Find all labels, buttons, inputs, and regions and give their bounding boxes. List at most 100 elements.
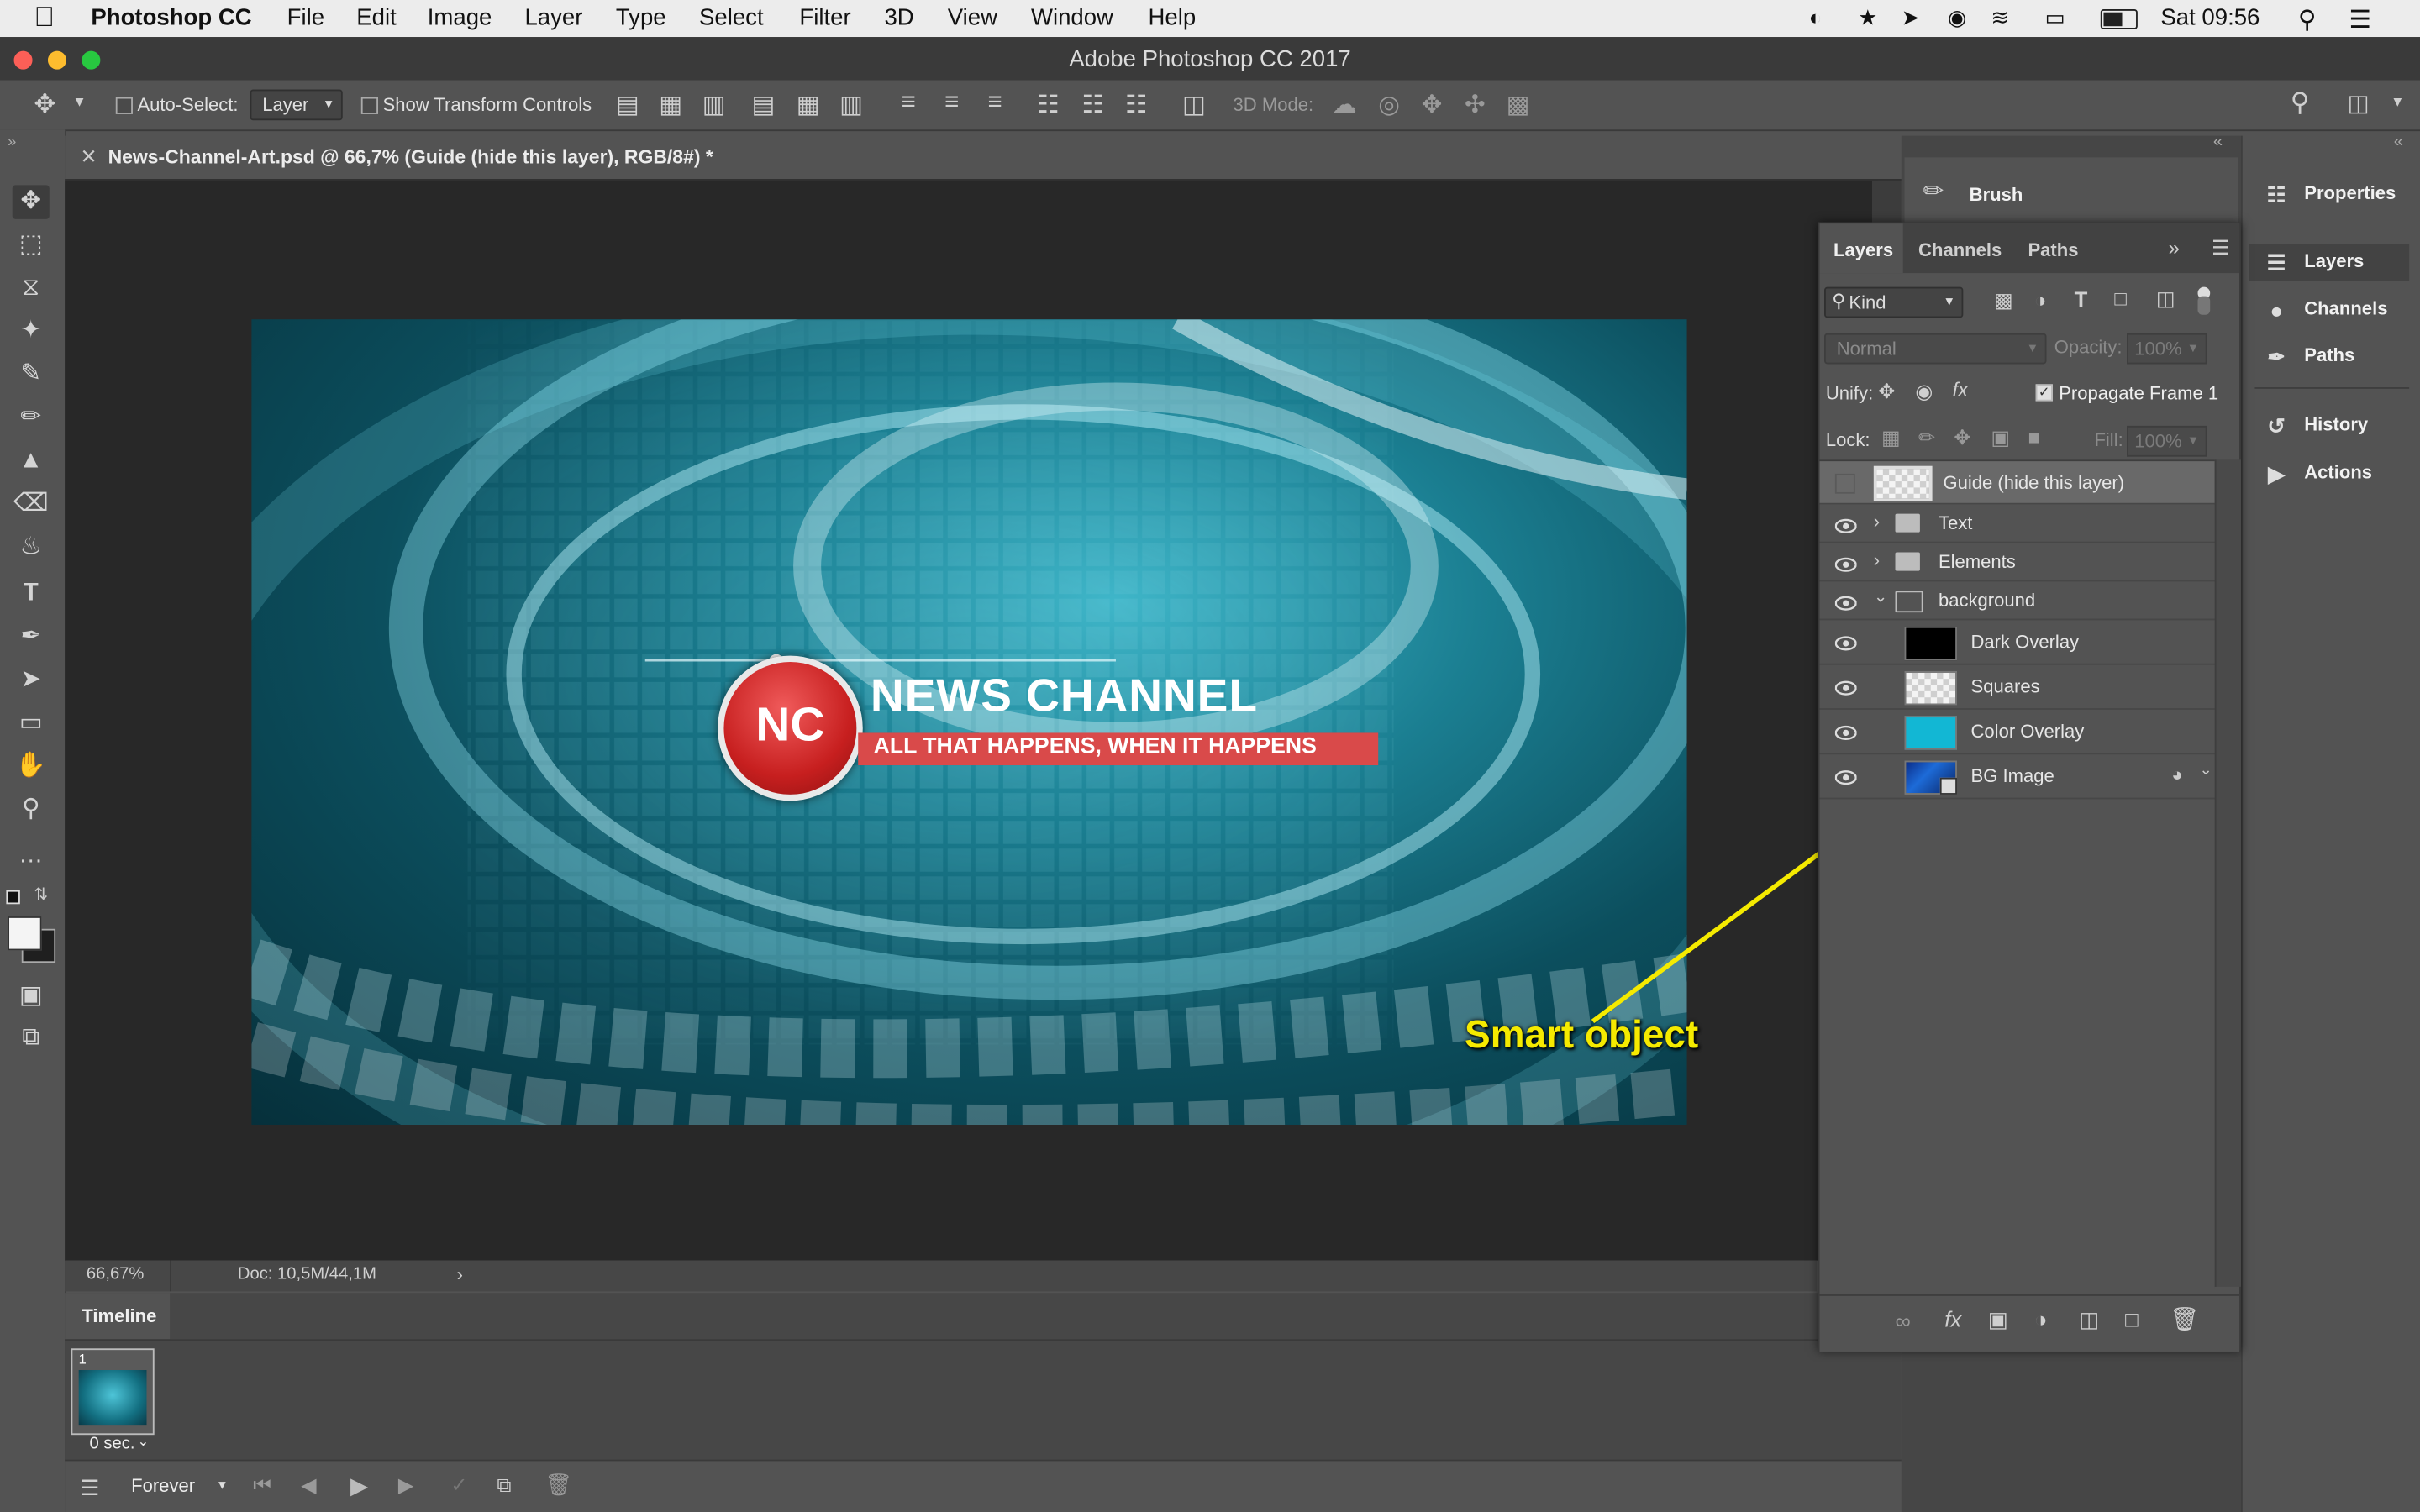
layer-name[interactable]: Elements xyxy=(1939,551,2016,573)
next-frame-icon[interactable]: ▶ xyxy=(398,1473,413,1498)
artwork-canvas[interactable]: NC NEWS CHANNEL ALL THAT HAPPENS, WHEN I… xyxy=(251,319,1687,1125)
layer-effects-icon[interactable]: ◕ xyxy=(2171,764,2182,785)
collapse-panels-icon[interactable]: « xyxy=(2213,133,2223,151)
side-layers[interactable]: ☰ Layers xyxy=(2249,244,2410,281)
chevron-down-icon[interactable]: ⌄ xyxy=(2199,762,2212,779)
link-layers-icon[interactable]: ∞ xyxy=(1896,1309,1911,1333)
quick-selection-tool-icon[interactable]: ✦ xyxy=(13,315,50,349)
unify-style-icon[interactable]: fx xyxy=(1952,378,1968,402)
new-group-icon[interactable]: ◫ xyxy=(2079,1307,2099,1333)
layer-row-bg-image[interactable]: BG Image ◕ ⌄ xyxy=(1819,754,2215,800)
chevron-down-icon[interactable]: ⌄ xyxy=(1874,586,1888,606)
collapse-panels-icon[interactable]: « xyxy=(2394,133,2403,151)
document-tab-title[interactable]: News-Channel-Art.psd @ 66,7% (Guide (hid… xyxy=(108,146,713,168)
apple-menu-icon[interactable]:  xyxy=(34,2,55,34)
eye-icon[interactable] xyxy=(1834,555,1857,572)
menu-window[interactable]: Window xyxy=(1031,5,1113,31)
filter-smart-object-icon[interactable]: ◫ xyxy=(2156,287,2175,312)
align-bottom-icon[interactable]: ▥ xyxy=(702,90,726,121)
minimize-window-button[interactable] xyxy=(47,50,66,70)
doc-size[interactable]: Doc: 10,5M/44,1M xyxy=(238,1265,376,1284)
chevron-down-icon[interactable]: ▼ xyxy=(2391,94,2404,109)
panel-menu-icon[interactable]: ☰ xyxy=(2212,236,2229,260)
bookmark-status-icon[interactable]: ★ xyxy=(1858,5,1877,31)
lock-all-icon[interactable]: ■ xyxy=(2028,426,2039,449)
chevron-right-icon[interactable]: › xyxy=(457,1263,463,1285)
distribute-vcenter-icon[interactable]: ≡ xyxy=(944,90,959,118)
menu-view[interactable]: View xyxy=(948,5,997,31)
distribute-left-icon[interactable]: ☷ xyxy=(1037,90,1059,121)
eye-icon[interactable] xyxy=(1834,594,1857,611)
more-tools-icon[interactable]: … xyxy=(13,839,50,873)
rectangle-tool-icon[interactable]: ▭ xyxy=(13,706,50,740)
tab-layers[interactable]: Layers xyxy=(1819,223,1903,274)
foreground-color-swatch[interactable] xyxy=(8,916,42,951)
path-selection-tool-icon[interactable]: ➤ xyxy=(13,664,50,697)
chevron-down-icon[interactable]: ⌄ xyxy=(137,1433,149,1450)
loop-option[interactable]: Forever xyxy=(131,1475,195,1497)
layer-row-background-group[interactable]: ⌄ background xyxy=(1819,581,2215,621)
creative-cloud-icon[interactable]: ◐ xyxy=(1809,5,1823,29)
3d-roll-icon[interactable]: ◎ xyxy=(1378,90,1400,121)
airplay-icon[interactable]: ▭ xyxy=(2045,5,2065,31)
new-layer-icon[interactable]: □ xyxy=(2125,1307,2139,1331)
brush-panel-header[interactable]: ✏ Brush xyxy=(1904,157,2238,223)
layer-filter-kind-dropdown[interactable]: ⚲ Kind ▼ xyxy=(1824,286,1964,318)
frame-delay[interactable]: 0 sec. xyxy=(90,1435,135,1453)
distribute-right-icon[interactable]: ☷ xyxy=(1125,90,1147,121)
notification-center-icon[interactable]: ☰ xyxy=(2349,5,2371,36)
chevron-down-icon[interactable]: ▼ xyxy=(72,94,86,109)
layer-row-elements-group[interactable]: › Elements xyxy=(1819,543,2215,582)
swap-colors-icon[interactable]: ⇅ xyxy=(34,884,48,904)
app-menu[interactable]: Photoshop CC xyxy=(91,5,251,31)
previous-frame-icon[interactable]: ◀ xyxy=(301,1473,316,1498)
search-icon[interactable]: ⚲ xyxy=(2291,88,2310,119)
align-right-icon[interactable]: ▥ xyxy=(839,90,863,121)
move-tool-preset-icon[interactable]: ✥ xyxy=(34,90,55,121)
distribute-bottom-icon[interactable]: ≡ xyxy=(988,90,1002,118)
propagate-frame-checkbox[interactable]: ✓ xyxy=(2035,384,2053,402)
first-frame-icon[interactable]: ⏮ xyxy=(253,1473,271,1498)
layer-name[interactable]: Guide (hide this layer) xyxy=(1943,472,2124,494)
default-colors-icon[interactable] xyxy=(6,890,20,905)
fill-input[interactable]: 100% ▼ xyxy=(2127,425,2207,457)
filter-shape-icon[interactable]: □ xyxy=(2114,287,2126,311)
collapse-arrows-icon[interactable]: » xyxy=(8,134,16,151)
layer-name[interactable]: Dark Overlay xyxy=(1971,631,2080,653)
move-tool-icon[interactable]: ✥ xyxy=(12,185,50,219)
auto-select-target-dropdown[interactable]: Layer ▼ xyxy=(250,89,343,121)
chevron-down-icon[interactable]: ▼ xyxy=(216,1478,229,1493)
filter-type-icon[interactable]: T xyxy=(2075,287,2088,312)
3d-slide-icon[interactable]: ✣ xyxy=(1465,90,1486,121)
tab-channels[interactable]: Channels xyxy=(1918,239,2002,261)
frame-1[interactable]: 1 xyxy=(71,1348,155,1436)
unify-position-icon[interactable]: ✥ xyxy=(1878,380,1895,404)
paint-bucket-tool-icon[interactable]: ♨ xyxy=(13,531,50,564)
layer-name[interactable]: background xyxy=(1939,590,2035,612)
layer-name[interactable]: Text xyxy=(1939,512,1972,534)
visibility-toggle-off[interactable] xyxy=(1834,473,1855,494)
eye-icon[interactable] xyxy=(1834,679,1857,696)
layer-row-guide[interactable]: Guide (hide this layer) xyxy=(1819,461,2215,505)
filter-adjustment-icon[interactable]: ◑ xyxy=(2034,288,2046,312)
layer-row-squares[interactable]: Squares xyxy=(1819,665,2215,710)
align-horizontal-center-icon[interactable]: ▦ xyxy=(797,90,820,121)
add-mask-icon[interactable]: ▣ xyxy=(1988,1307,2008,1333)
menu-edit[interactable]: Edit xyxy=(356,5,396,31)
menu-image[interactable]: Image xyxy=(428,5,492,31)
eye-icon[interactable] xyxy=(1834,517,1857,533)
stamp-tool-icon[interactable]: ▲ xyxy=(13,444,50,478)
align-left-icon[interactable]: ▤ xyxy=(751,90,775,121)
menu-filter[interactable]: Filter xyxy=(799,5,850,31)
menu-3d[interactable]: 3D xyxy=(884,5,913,31)
blend-mode-dropdown[interactable]: Normal ▼ xyxy=(1824,333,2047,365)
menu-help[interactable]: Help xyxy=(1149,5,1197,31)
hand-tool-icon[interactable]: ✋ xyxy=(13,750,50,784)
eye-icon[interactable] xyxy=(1834,723,1857,740)
workspace-icon[interactable]: ◫ xyxy=(2348,90,2370,117)
lock-artboard-icon[interactable]: ▣ xyxy=(1991,426,2010,450)
marquee-tool-icon[interactable]: ⬚ xyxy=(13,228,50,262)
align-top-icon[interactable]: ▤ xyxy=(616,90,639,121)
unify-visibility-icon[interactable]: ◉ xyxy=(1915,380,1933,404)
type-tool-icon[interactable]: T xyxy=(13,577,50,611)
